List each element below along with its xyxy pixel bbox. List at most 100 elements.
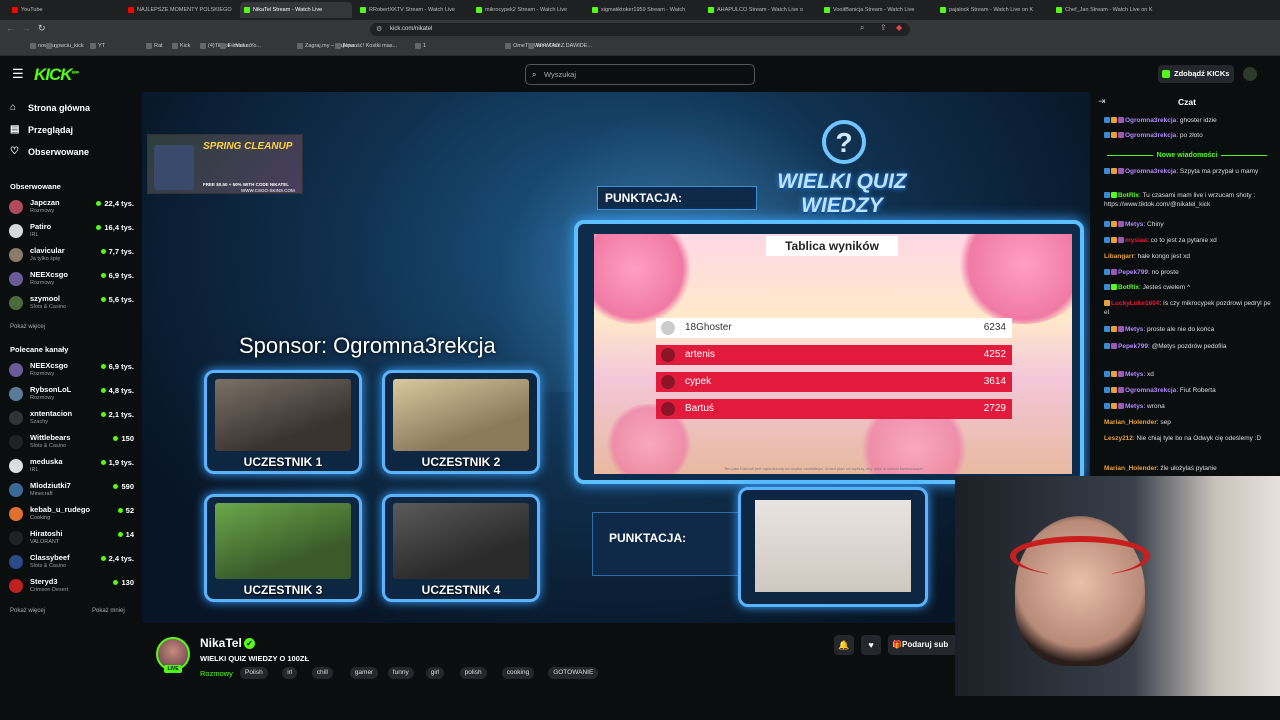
chat-username[interactable]: Metys bbox=[1125, 326, 1143, 333]
chat-badge-icon bbox=[1104, 343, 1110, 349]
sidebar-channel[interactable]: NEEXcsgo Rozmowy 6,9 tys. bbox=[9, 361, 134, 379]
chat-username[interactable]: BotRix bbox=[1118, 192, 1139, 199]
browser-tab[interactable]: Chef_Jan Stream - Watch Live on K bbox=[1052, 2, 1164, 18]
sidebar-nav-item[interactable]: ♡ Obserwowane bbox=[10, 146, 89, 157]
sidebar-channel[interactable]: Patiro IRL 16,4 tys. bbox=[9, 222, 134, 240]
stream-tag[interactable]: Polish bbox=[240, 667, 268, 679]
browser-tab[interactable]: NAJLEPSZE MOMENTY POLSKIEGO bbox=[124, 2, 236, 18]
search-input[interactable]: ⌕ Wyszukaj bbox=[525, 64, 755, 85]
viewer-count: 4,8 tys. bbox=[101, 386, 134, 395]
show-more-link[interactable]: Pokaż więcej bbox=[10, 324, 45, 330]
bookmark-item[interactable]: Rat bbox=[146, 43, 163, 49]
share-icon[interactable]: ⇪ bbox=[880, 23, 887, 32]
bookmark-item[interactable]: Kick bbox=[172, 43, 190, 49]
sidebar-nav-item[interactable]: ⌂ Strona główna bbox=[10, 102, 90, 113]
stream-tag[interactable]: GOTOWANIE bbox=[548, 667, 599, 679]
chat-username[interactable]: Ogromna3rekcja bbox=[1125, 387, 1176, 394]
chat-username[interactable]: Marian_Holender bbox=[1104, 465, 1157, 472]
browser-tab[interactable]: VooitBanicja Stream - Watch Live bbox=[820, 2, 932, 18]
bookmark-item[interactable]: Nowość! Kostki mas... bbox=[335, 43, 397, 49]
bookmark-item[interactable]: 1 bbox=[415, 43, 426, 49]
bookmark-item[interactable]: Filman.cc bbox=[220, 43, 252, 49]
follow-heart-icon[interactable]: ♥ bbox=[861, 635, 881, 655]
chat-username[interactable]: LuckyLuke1604 bbox=[1111, 300, 1159, 307]
chat-username[interactable]: Metys bbox=[1125, 221, 1143, 228]
avatar[interactable] bbox=[1243, 67, 1257, 81]
stream-tag[interactable]: chill bbox=[311, 667, 333, 679]
bookmark-item[interactable]: WYWIAD Z DAWIDE... bbox=[528, 43, 592, 49]
chat-username[interactable]: Marian_Holender bbox=[1104, 419, 1157, 426]
sidebar-channel[interactable]: meduska IRL 1,9 tys. bbox=[9, 457, 134, 475]
chat-username[interactable]: BotRix bbox=[1118, 284, 1139, 291]
gift-sub-button[interactable]: 🎁 Podaruj sub bbox=[888, 635, 958, 655]
sidebar-channel[interactable]: xntentacion Szachy 2,1 tys. bbox=[9, 409, 134, 427]
sidebar-channel[interactable]: NEEXcsgo Rozmowy 6,9 tys. bbox=[9, 270, 134, 288]
chat-message: Ogromna3rekcja: Fiut Roberta bbox=[1104, 386, 1274, 395]
bookmark-item[interactable]: nowciu_kick bbox=[46, 43, 84, 49]
extension-icon[interactable]: ◆ bbox=[896, 23, 902, 32]
browser-tab[interactable]: NikaTel Stream - Watch Live bbox=[240, 2, 352, 18]
tab-favicon-icon bbox=[824, 7, 830, 13]
browser-tab[interactable]: RRobertXKTV Stream - Watch Live bbox=[356, 2, 468, 18]
sidebar-channel[interactable]: Mlodziutki7 Minecraft 590 bbox=[9, 481, 134, 499]
channel-name[interactable]: NikaTel bbox=[200, 636, 242, 650]
video-player[interactable]: SPRING CLEANUP FREE $0.50 + 50% WITH COD… bbox=[142, 92, 1090, 623]
new-messages-divider: Nowe wiadomości bbox=[1100, 152, 1274, 159]
chat-text: : Szpyta ma przypał u mamy bbox=[1176, 168, 1259, 175]
chat-badge-icon bbox=[1118, 117, 1124, 123]
bookmark-icon bbox=[335, 43, 341, 49]
chat-message: Metys: proste ale nie do końca bbox=[1104, 325, 1274, 334]
chat-username[interactable]: Ogromna3rekcja bbox=[1125, 168, 1176, 175]
stream-tag[interactable]: polish bbox=[459, 667, 487, 679]
back-icon[interactable]: ← bbox=[6, 23, 15, 33]
stream-tag[interactable]: gamer bbox=[349, 667, 379, 679]
chat-username[interactable]: Libangarr bbox=[1104, 253, 1134, 260]
browser-tab[interactable]: YouTube bbox=[8, 2, 120, 18]
tab-favicon-icon bbox=[592, 7, 598, 13]
stream-tag[interactable]: irl bbox=[282, 667, 298, 679]
reload-icon[interactable]: ↻ bbox=[38, 23, 46, 34]
site-info-icon[interactable]: ⚙ bbox=[376, 23, 382, 36]
get-kicks-button[interactable]: Zdobądź KICKs bbox=[1158, 65, 1234, 83]
chat-username[interactable]: Pepek799 bbox=[1118, 269, 1148, 276]
zoom-icon[interactable]: ⌕ bbox=[860, 23, 864, 33]
sidebar-channel[interactable]: RybsonLoL Rozmowy 4,8 tys. bbox=[9, 385, 134, 403]
stream-tag[interactable]: cooking bbox=[501, 667, 535, 679]
channel-category: VALORANT bbox=[30, 539, 60, 545]
stream-category[interactable]: Rozmowy bbox=[200, 669, 233, 678]
url-input[interactable]: ⚙ kick.com/nikatel bbox=[370, 23, 910, 36]
stream-tag[interactable]: funny bbox=[387, 667, 414, 679]
chat-username[interactable]: Ogromna3rekcja bbox=[1125, 117, 1176, 124]
forward-icon[interactable]: → bbox=[22, 23, 31, 33]
chat-username[interactable]: Metys bbox=[1125, 403, 1143, 410]
browser-tab[interactable]: pajalock Stream - Watch Live on K bbox=[936, 2, 1048, 18]
sidebar-channel[interactable]: Classybeef Slots & Casino 2,4 tys. bbox=[9, 553, 134, 571]
chat-username[interactable]: Ogromna3rekcja bbox=[1125, 132, 1176, 139]
chat-username[interactable]: Pepek799 bbox=[1118, 343, 1148, 350]
sidebar-channel[interactable]: clavicular Ja tylko śpię 7,7 tys. bbox=[9, 246, 134, 264]
browser-tab[interactable]: AHAPULCO Stream - Watch Live o bbox=[704, 2, 816, 18]
notification-bell-icon[interactable]: 🔔 bbox=[834, 635, 854, 655]
stream-tag[interactable]: girl bbox=[425, 667, 445, 679]
chat-username[interactable]: Metys bbox=[1125, 371, 1143, 378]
sidebar-channel[interactable]: Hiratoshi VALORANT 14 bbox=[9, 529, 134, 547]
menu-icon[interactable]: ☰ bbox=[12, 66, 24, 82]
chat-badge-icon bbox=[1104, 300, 1110, 306]
viewer-count: 22,4 tys. bbox=[96, 199, 134, 208]
show-more-link[interactable]: Pokaż więcej bbox=[10, 608, 45, 614]
sidebar-channel[interactable]: Japczan Rozmowy 22,4 tys. bbox=[9, 198, 134, 216]
sidebar-channel[interactable]: Wittlebears Slots & Casino 150 bbox=[9, 433, 134, 451]
browser-tab[interactable]: sigmatiktoker1959 Stream - Watch bbox=[588, 2, 700, 18]
show-less-link[interactable]: Pokaż mniej bbox=[92, 608, 125, 614]
sidebar-channel[interactable]: kebab_u_rudego Cooking 52 bbox=[9, 505, 134, 523]
chat-username[interactable]: mysiaa bbox=[1125, 237, 1147, 244]
sidebar-channel[interactable]: Steryd3 Crimson Desert 130 bbox=[9, 577, 134, 595]
bookmark-item[interactable]: YT bbox=[90, 43, 105, 49]
kick-logo[interactable]: KICKBETA bbox=[34, 65, 79, 85]
tab-favicon-icon bbox=[476, 7, 482, 13]
chat-message: Metys: xd bbox=[1104, 370, 1274, 379]
sidebar-nav-item[interactable]: ▤ Przeglądaj bbox=[10, 124, 73, 135]
browser-tab[interactable]: mikrocypek2 Stream - Watch Live bbox=[472, 2, 584, 18]
sidebar-channel[interactable]: szymool Slots & Casino 5,6 tys. bbox=[9, 294, 134, 312]
chat-username[interactable]: Leszy212 bbox=[1104, 435, 1133, 442]
